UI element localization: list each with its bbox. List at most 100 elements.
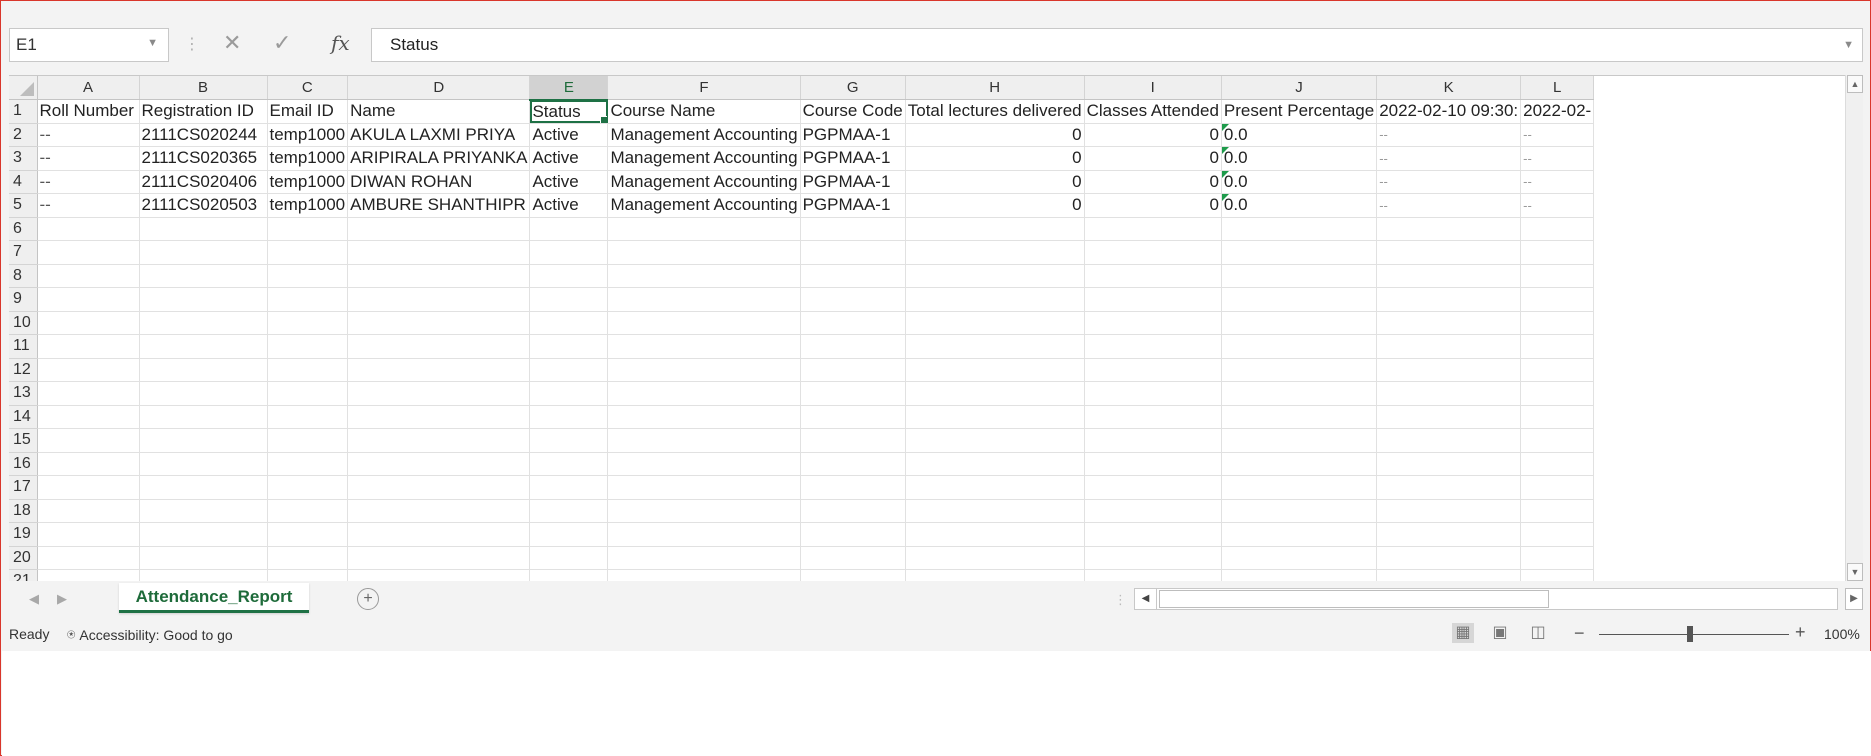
row-header[interactable]: 16 xyxy=(9,452,38,476)
row-header[interactable]: 6 xyxy=(9,217,38,241)
cell[interactable]: temp1000 xyxy=(267,123,349,147)
cell[interactable] xyxy=(607,428,801,453)
cell[interactable] xyxy=(139,428,268,453)
cell[interactable] xyxy=(800,546,906,570)
cell[interactable] xyxy=(37,264,140,288)
cell[interactable] xyxy=(607,287,801,312)
cell[interactable] xyxy=(800,358,906,382)
cell[interactable] xyxy=(800,217,906,241)
cell[interactable] xyxy=(607,311,801,335)
cell[interactable] xyxy=(800,311,906,335)
cell[interactable] xyxy=(267,358,349,382)
cell[interactable] xyxy=(267,240,349,265)
cell[interactable] xyxy=(905,264,1085,288)
cell[interactable] xyxy=(139,334,268,359)
cell[interactable] xyxy=(1520,569,1595,581)
cell[interactable] xyxy=(139,569,268,581)
drag-handle-icon[interactable]: ⋮ xyxy=(184,34,200,54)
cell[interactable] xyxy=(139,217,268,241)
zoom-in-icon[interactable]: + xyxy=(1795,622,1806,643)
cell[interactable]: Name xyxy=(347,99,531,124)
cell[interactable]: 2111CS020244 xyxy=(139,123,268,147)
row-header[interactable]: 9 xyxy=(9,287,38,312)
cell[interactable] xyxy=(529,499,609,523)
cell[interactable] xyxy=(1520,311,1595,335)
cell[interactable] xyxy=(37,522,140,547)
row-header[interactable]: 14 xyxy=(9,405,38,429)
cell[interactable]: Registration ID xyxy=(139,99,268,124)
cell[interactable] xyxy=(800,569,906,581)
horizontal-scrollbar[interactable]: ◀ xyxy=(1134,588,1838,610)
cell[interactable] xyxy=(347,358,531,382)
scroll-down-icon[interactable]: ▼ xyxy=(1847,563,1863,581)
cell[interactable]: 0 xyxy=(1084,146,1222,171)
cell[interactable]: -- xyxy=(1520,146,1595,171)
cell[interactable]: 0 xyxy=(1084,123,1222,147)
cell[interactable] xyxy=(1376,405,1522,429)
cell[interactable] xyxy=(1520,358,1595,382)
cell[interactable] xyxy=(1221,217,1378,241)
column-header-g[interactable]: G xyxy=(800,76,906,100)
cell[interactable] xyxy=(1376,311,1522,335)
cell[interactable] xyxy=(1520,428,1595,453)
cell[interactable] xyxy=(529,522,609,547)
row-header[interactable]: 18 xyxy=(9,499,38,523)
cell[interactable] xyxy=(347,381,531,406)
cell[interactable] xyxy=(529,546,609,570)
row-header[interactable]: 20 xyxy=(9,546,38,570)
row-header[interactable]: 7 xyxy=(9,240,38,265)
cell[interactable] xyxy=(1084,428,1222,453)
cell[interactable] xyxy=(905,240,1085,265)
column-header-b[interactable]: B xyxy=(139,76,268,100)
cell[interactable] xyxy=(1376,428,1522,453)
cell[interactable] xyxy=(607,334,801,359)
cell[interactable] xyxy=(905,522,1085,547)
cell[interactable]: -- xyxy=(1376,170,1522,194)
cell[interactable] xyxy=(529,381,609,406)
cell[interactable] xyxy=(905,499,1085,523)
cell[interactable] xyxy=(139,264,268,288)
cell[interactable] xyxy=(607,264,801,288)
column-header-e[interactable]: E xyxy=(529,76,609,101)
cell[interactable]: Management Accounting xyxy=(607,193,801,218)
next-sheet-icon[interactable]: ▶ xyxy=(57,591,67,607)
cell[interactable]: Course Code xyxy=(800,99,906,124)
cell[interactable] xyxy=(800,334,906,359)
cell[interactable] xyxy=(37,287,140,312)
worksheet-grid[interactable]: A B C D E F G H I J K L 1 Roll Number Re… xyxy=(9,75,1845,581)
row-header[interactable]: 10 xyxy=(9,311,38,335)
cell[interactable] xyxy=(1376,334,1522,359)
insert-function-icon[interactable]: fx xyxy=(331,31,350,55)
cell[interactable] xyxy=(905,311,1085,335)
cell[interactable] xyxy=(1520,264,1595,288)
row-header[interactable]: 8 xyxy=(9,264,38,288)
cell[interactable]: -- xyxy=(37,146,140,171)
cell[interactable] xyxy=(905,358,1085,382)
row-header[interactable]: 1 xyxy=(9,99,38,124)
cell[interactable] xyxy=(1221,499,1378,523)
cell[interactable] xyxy=(1221,428,1378,453)
cell[interactable] xyxy=(139,452,268,476)
cell[interactable] xyxy=(607,499,801,523)
cell[interactable] xyxy=(800,475,906,500)
cell[interactable]: 0 xyxy=(905,193,1085,218)
cell[interactable] xyxy=(37,217,140,241)
cell[interactable] xyxy=(1084,499,1222,523)
cell[interactable] xyxy=(607,381,801,406)
row-header[interactable]: 3 xyxy=(9,146,38,171)
cell[interactable] xyxy=(529,287,609,312)
cell[interactable] xyxy=(347,334,531,359)
vertical-scrollbar[interactable]: ▲ ▼ xyxy=(1845,75,1863,581)
cell[interactable] xyxy=(1221,452,1378,476)
cell[interactable] xyxy=(139,475,268,500)
cell[interactable]: AMBURE SHANTHIPR xyxy=(347,193,531,218)
cell[interactable] xyxy=(347,240,531,265)
cell[interactable] xyxy=(37,546,140,570)
cell[interactable] xyxy=(905,428,1085,453)
cell[interactable] xyxy=(347,499,531,523)
cell[interactable] xyxy=(607,405,801,429)
cell[interactable] xyxy=(800,264,906,288)
cell[interactable] xyxy=(37,428,140,453)
cell[interactable] xyxy=(1376,381,1522,406)
selected-cell[interactable]: Status xyxy=(529,99,609,124)
